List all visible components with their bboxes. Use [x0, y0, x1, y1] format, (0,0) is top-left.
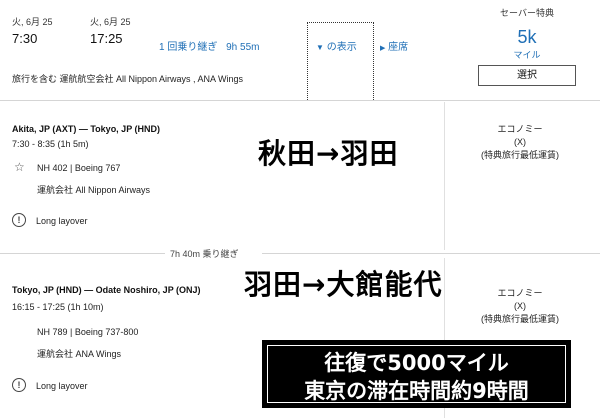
- segment-overlay-title: 秋田→羽田: [258, 137, 399, 170]
- header-divider: [0, 100, 600, 101]
- cabin-label: エコノミー: [497, 124, 543, 134]
- operated-by-text: 旅行を含む 運航航空会社 All Nippon Airways , ANA Wi…: [12, 74, 244, 84]
- segment-fare: エコノミー (X) (特典旅行最低運賃): [450, 123, 590, 162]
- segment-flight: NH 402 | Boeing 767: [37, 163, 121, 173]
- segment-route: Akita, JP (AXT) — Tokyo, JP (HND): [12, 124, 161, 134]
- fare-description: (特典旅行最低運賃): [481, 150, 559, 160]
- connection-label: 7h 40m 乗り継ぎ: [170, 249, 239, 259]
- connection-line-left: [0, 253, 165, 254]
- segment-carrier: 運航会社 All Nippon Airways: [37, 185, 151, 195]
- caption-box: 往復で5000マイル 東京の滞在時間約9時間: [262, 340, 571, 408]
- caption-line-1: 往復で5000マイル: [324, 351, 509, 375]
- fare-code: (X): [514, 301, 526, 311]
- play-right-icon: ▶: [380, 45, 386, 52]
- arrive-time: 17:25: [90, 31, 123, 46]
- caption-line-2: 東京の滞在時間約9時間: [304, 379, 529, 403]
- segment-overlay-title: 羽田→大館能代: [244, 268, 443, 301]
- segment-route: Tokyo, JP (HND) — Odate Noshiro, JP (ONJ…: [12, 285, 201, 295]
- connection-line-right: [262, 253, 600, 254]
- segment-fare: エコノミー (X) (特典旅行最低運賃): [450, 287, 590, 326]
- show-details-label: の表示: [326, 42, 357, 53]
- cabin-label: エコノミー: [497, 288, 543, 298]
- fare-description: (特典旅行最低運賃): [481, 314, 559, 324]
- warning-icon: !: [12, 213, 26, 227]
- caret-down-icon: ▼: [316, 43, 324, 52]
- select-button[interactable]: 選択: [478, 65, 576, 86]
- segment-flight: NH 789 | Boeing 737-800: [37, 327, 139, 337]
- saver-label: セーバー特典: [500, 8, 554, 18]
- stops-label: 1 回乗り継ぎ: [159, 42, 218, 53]
- details-tab-outline: [307, 22, 374, 100]
- segment-times: 16:15 - 17:25 (1h 10m): [12, 302, 104, 312]
- show-details-toggle[interactable]: ▼ の表示: [316, 38, 357, 53]
- depart-date: 火, 6月 25: [12, 17, 53, 27]
- miles-unit: マイル: [513, 50, 541, 60]
- segment-carrier: 運航会社 ANA Wings: [37, 349, 122, 359]
- miles-value: 5k: [517, 27, 537, 47]
- duration-label: 9h 55m: [226, 42, 260, 53]
- seat-map-link[interactable]: ▶ 座席: [380, 38, 408, 53]
- stops-link[interactable]: 1 回乗り継ぎ 9h 55m: [159, 38, 259, 53]
- fare-summary: セーバー特典 5k マイル: [478, 6, 576, 61]
- warning-icon: !: [12, 378, 26, 392]
- segment-times: 7:30 - 8:35 (1h 5m): [12, 139, 89, 149]
- seat-map-label: 座席: [388, 42, 409, 53]
- layover-note: Long layover: [36, 381, 88, 391]
- fare-column-divider: [444, 102, 445, 250]
- fare-code: (X): [514, 137, 526, 147]
- arrive-date: 火, 6月 25: [90, 17, 131, 27]
- depart-time: 7:30: [12, 31, 38, 46]
- layover-note: Long layover: [36, 216, 88, 226]
- star-icon: ☆: [14, 160, 25, 174]
